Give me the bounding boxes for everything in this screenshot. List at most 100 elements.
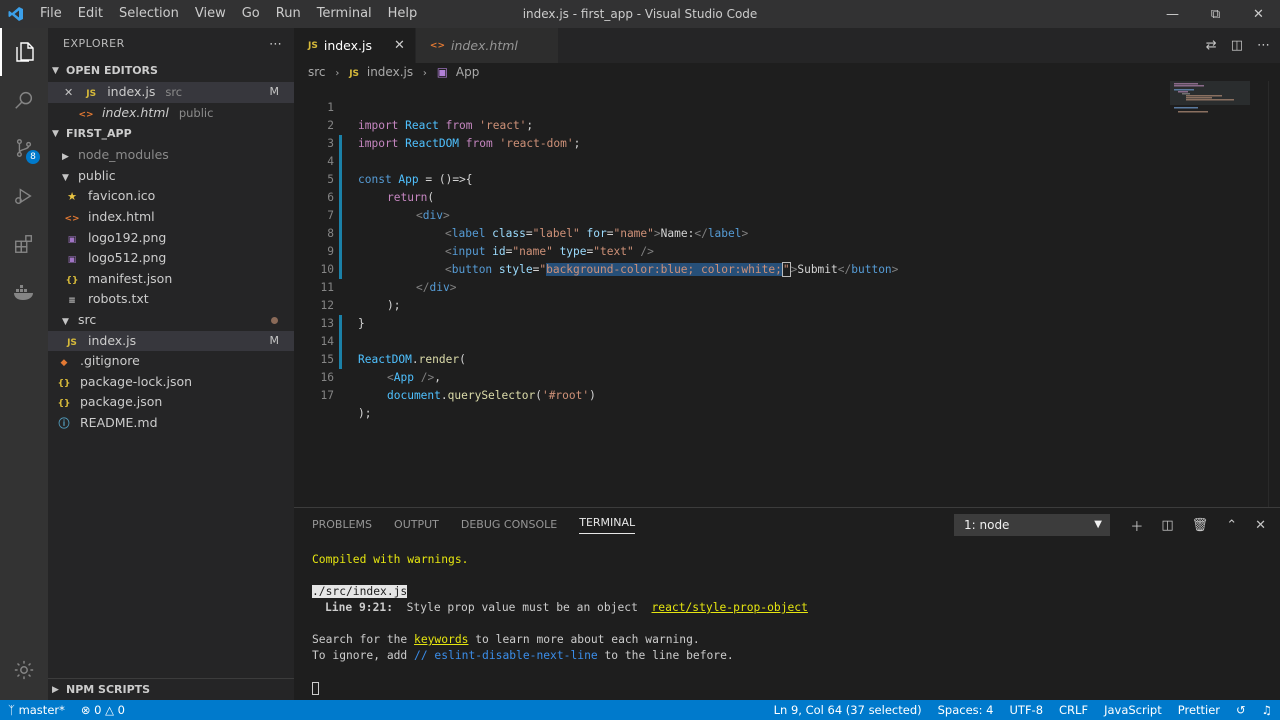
breadcrumb-file[interactable]: index.js (367, 65, 413, 79)
tree-item-readme[interactable]: ⓘ README.md (48, 413, 294, 434)
end-of-line[interactable]: CRLF (1051, 703, 1096, 717)
problems-status[interactable]: ⊗ 0 △ 0 (73, 703, 133, 717)
tree-item-robots[interactable]: ≡ robots.txt (48, 289, 294, 310)
more-actions-icon[interactable]: ⋯ (269, 37, 282, 52)
npm-scripts-header[interactable]: ▶ NPM SCRIPTS (48, 679, 294, 701)
code-line: 13 (294, 297, 1280, 330)
terminal-select[interactable]: 1: node ▼ (954, 514, 1110, 536)
branch-label: master* (18, 703, 65, 717)
more-actions-icon[interactable]: ⋯ (1257, 38, 1270, 53)
npm-scripts-section[interactable]: ▶ NPM SCRIPTS (48, 678, 294, 700)
chevron-right-icon: ▶ (52, 685, 59, 695)
tree-item-label: .gitignore (79, 353, 140, 369)
open-editors-header[interactable]: ▼ OPEN EDITORS (48, 60, 294, 82)
trash-icon[interactable]: 🗑 (1192, 518, 1209, 533)
menu-run[interactable]: Run (268, 0, 309, 28)
manage-gear-icon[interactable] (0, 646, 48, 694)
live-share-icon[interactable]: ↺ (1228, 703, 1254, 717)
formatter[interactable]: Prettier (1170, 703, 1228, 717)
breadcrumb-folder[interactable]: src (308, 65, 326, 79)
indentation[interactable]: Spaces: 4 (930, 703, 1002, 717)
open-editor-label: index.js (107, 84, 156, 99)
tree-item-favicon[interactable]: ★ favicon.ico (48, 186, 294, 207)
compare-changes-icon[interactable]: ⇄ (1206, 38, 1217, 53)
menu-edit[interactable]: Edit (70, 0, 111, 28)
tab-label: index.html (451, 38, 518, 53)
minimize-icon[interactable]: — (1151, 0, 1194, 28)
tree-item-label: favicon.ico (87, 188, 156, 204)
code-line: 2 import ReactDOM from 'react-dom'; (294, 99, 1280, 150)
cursor-position[interactable]: Ln 9, Col 64 (37 selected) (766, 703, 930, 717)
editor-scrollbar[interactable] (1268, 81, 1280, 507)
menu-go[interactable]: Go (234, 0, 268, 28)
tree-item-node-modules[interactable]: ▶ node_modules (48, 145, 294, 166)
tree-item-index-html[interactable]: <> index.html (48, 207, 294, 228)
tab-index-html[interactable]: <> index.html (415, 28, 559, 63)
menu-terminal[interactable]: Terminal (309, 0, 380, 28)
tree-item-manifest[interactable]: {} manifest.json (48, 269, 294, 290)
close-tab-icon[interactable]: ✕ (394, 38, 405, 53)
split-terminal-icon[interactable]: ◫ (1161, 518, 1173, 533)
tab-problems[interactable]: PROBLEMS (312, 518, 372, 531)
tree-item-logo512[interactable]: ▣ logo512.png (48, 248, 294, 269)
tree-item-logo192[interactable]: ▣ logo192.png (48, 228, 294, 249)
notifications-bell-icon[interactable]: ♫ (1254, 703, 1280, 717)
language-mode[interactable]: JavaScript (1096, 703, 1170, 717)
maximize-panel-icon[interactable]: ⌃ (1226, 518, 1237, 533)
tree-item-label: src (77, 311, 97, 327)
restore-icon[interactable]: ⧉ (1194, 0, 1237, 28)
symbol-icon: ▣ (436, 65, 449, 79)
tab-output[interactable]: OUTPUT (394, 518, 439, 531)
tree-item-gitignore[interactable]: ◆ .gitignore (48, 351, 294, 372)
tree-item-label: logo512.png (87, 250, 167, 266)
search-icon[interactable] (0, 76, 48, 124)
tab-index-js[interactable]: JS index.js ✕ (294, 28, 416, 63)
code-line: 7 <label class="label" for="name">Name:<… (294, 189, 1280, 240)
menu-selection[interactable]: Selection (111, 0, 187, 28)
tree-item-index-js[interactable]: JS index.js M (48, 330, 294, 352)
menu-bar: File Edit Selection View Go Run Terminal… (32, 0, 425, 28)
new-terminal-icon[interactable]: ＋ (1130, 516, 1143, 535)
extensions-icon[interactable] (0, 220, 48, 268)
tree-item-package[interactable]: {} package.json (48, 392, 294, 413)
source-control-icon[interactable]: 8 (0, 124, 48, 172)
code-token: document (387, 389, 441, 402)
menu-view[interactable]: View (187, 0, 234, 28)
encoding[interactable]: UTF-8 (1002, 703, 1052, 717)
menu-file[interactable]: File (32, 0, 70, 28)
tree-item-label: public (77, 167, 116, 183)
tree-item-src[interactable]: ▼ src (48, 310, 294, 331)
code-line: 5 return( (294, 153, 1280, 204)
branch-status[interactable]: ᛉ master* (0, 703, 73, 717)
close-panel-icon[interactable]: ✕ (1255, 518, 1266, 533)
breadcrumb-symbol[interactable]: App (456, 65, 479, 79)
close-editor-icon[interactable]: ✕ (64, 86, 73, 99)
close-window-icon[interactable]: ✕ (1237, 0, 1280, 28)
json-file-icon: {} (57, 399, 71, 410)
explorer-icon[interactable] (0, 28, 48, 76)
chevron-down-icon: ▼ (52, 129, 59, 140)
tab-terminal[interactable]: TERMINAL (579, 516, 636, 534)
open-editor-index-js[interactable]: ✕ JS index.js src M (48, 82, 294, 103)
tree-item-label: index.js (87, 332, 137, 348)
run-debug-icon[interactable] (0, 172, 48, 220)
open-editor-desc: public (178, 105, 214, 120)
code-line: 17 ); (294, 369, 1280, 420)
chevron-right-icon: › (422, 68, 427, 79)
tab-debug-console[interactable]: DEBUG CONSOLE (461, 518, 557, 531)
tree-item-public[interactable]: ▼ public (48, 166, 294, 187)
tree-item-package-lock[interactable]: {} package-lock.json (48, 372, 294, 393)
open-editor-index-html[interactable]: <> index.html public (48, 103, 294, 124)
split-editor-icon[interactable]: ◫ (1231, 38, 1243, 53)
menu-help[interactable]: Help (380, 0, 426, 28)
status-bar: ᛉ master* ⊗ 0 △ 0 Ln 9, Col 64 (37 selec… (0, 700, 1280, 720)
code-line: 11 ); (294, 261, 1280, 312)
project-header[interactable]: ▼ FIRST_APP (48, 123, 294, 145)
terminal-rule[interactable]: react/style-prop-object (651, 601, 807, 614)
code-editor[interactable]: 1 import React from 'react'; 2 import Re… (294, 81, 1280, 507)
code-line: 14 ReactDOM.render( (294, 315, 1280, 366)
js-file-icon: JS (308, 40, 318, 51)
error-count: 0 (94, 703, 102, 717)
minimap[interactable] (1170, 81, 1250, 121)
docker-icon[interactable] (0, 268, 48, 316)
